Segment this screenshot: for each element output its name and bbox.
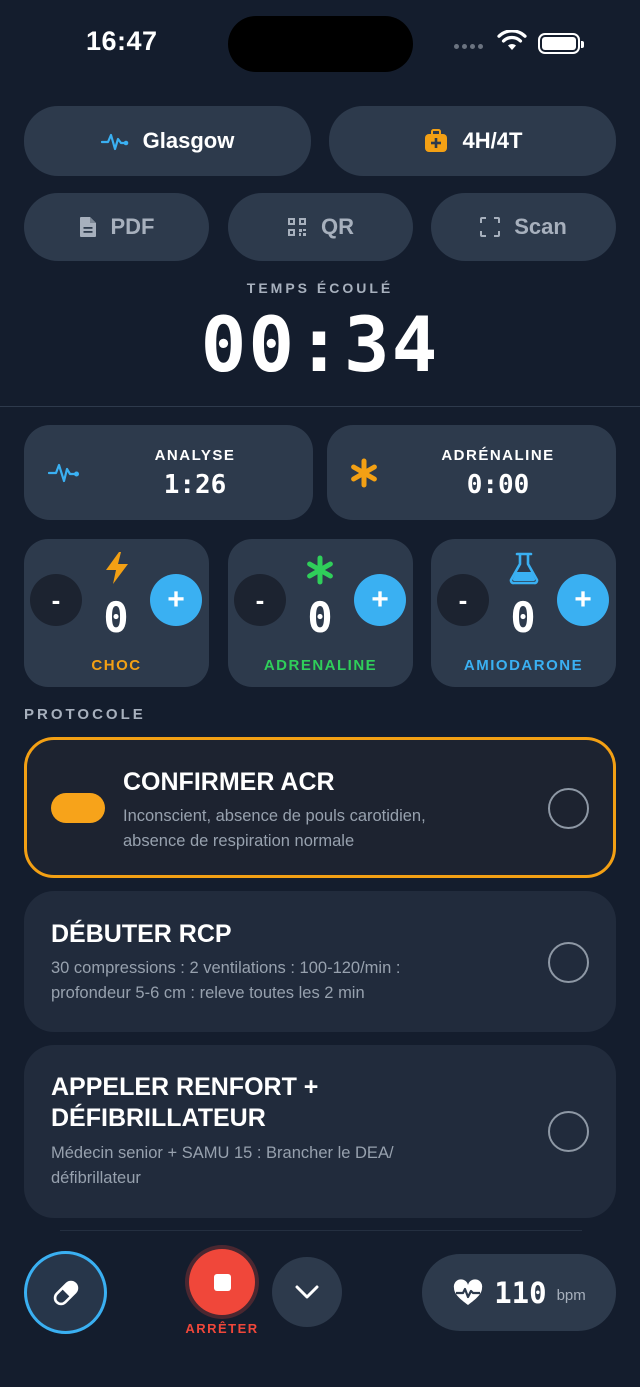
heart-rate-button[interactable]: 110 bpm (422, 1254, 616, 1331)
choc-label: CHOC (91, 657, 142, 674)
glasgow-label: Glasgow (142, 128, 235, 153)
amiodarone-increment-button[interactable]: + (557, 574, 609, 626)
signal-dots-icon (454, 44, 483, 49)
adrenaline-counter-label: ADRENALINE (263, 657, 378, 674)
document-icon (79, 217, 96, 237)
qr-label: QR (321, 214, 354, 239)
choc-decrement-button[interactable]: - (30, 574, 82, 626)
heartbeat-icon (48, 463, 79, 483)
step-description: 30 compressions : 2 ventilations : 100-1… (51, 959, 401, 1002)
amiodarone-label: AMIODARONE (463, 657, 584, 674)
scan-button[interactable]: Scan (431, 193, 616, 261)
analyse-value: 1:26 (163, 470, 227, 500)
glasgow-button[interactable]: Glasgow (24, 106, 311, 176)
medication-button[interactable] (24, 1251, 107, 1334)
scan-frame-icon (480, 217, 501, 237)
asterisk-icon (307, 555, 333, 585)
causes-4h4t-button[interactable]: 4H/4T (329, 106, 616, 176)
step-description: Inconscient, absence de pouls carotidien… (123, 807, 426, 850)
asterisk-icon (351, 458, 377, 488)
lightning-icon (106, 552, 128, 584)
qr-code-icon (288, 218, 306, 236)
elapsed-time-label: TEMPS ÉCOULÉ (246, 280, 394, 296)
divider (0, 406, 640, 407)
chevron-down-icon (295, 1285, 319, 1299)
adrenaline-timer-value: 0:00 (466, 470, 530, 500)
choc-counter-card: - 0 + CHOC (24, 539, 209, 687)
choc-increment-button[interactable]: + (150, 574, 202, 626)
adrenaline-count: 0 (307, 593, 333, 642)
adrenaline-counter-card: - 0 + ADRENALINE (228, 539, 413, 687)
step-checkbox[interactable] (548, 788, 589, 829)
qr-button[interactable]: QR (228, 193, 413, 261)
step-checkbox[interactable] (548, 942, 589, 983)
elapsed-time-value: 00:34 (200, 300, 440, 389)
amiodarone-count: 0 (510, 593, 536, 642)
heart-pulse-icon (454, 1278, 483, 1305)
analyse-label: ANALYSE (154, 447, 236, 464)
heart-rate-unit: bpm (556, 1287, 586, 1304)
protocol-step-debuter-rcp[interactable]: DÉBUTER RCP 30 compressions : 2 ventilat… (24, 891, 616, 1032)
heart-rate-value: 110 (494, 1275, 547, 1310)
dynamic-island (228, 16, 413, 72)
step-title: DÉBUTER RCP (51, 920, 232, 948)
expand-button[interactable] (272, 1257, 342, 1327)
scan-label: Scan (514, 214, 567, 239)
step-description: Médecin senior + SAMU 15 : Brancher le D… (51, 1144, 394, 1187)
divider (60, 1230, 582, 1231)
protocol-step-confirm-acr[interactable]: CONFIRMER ACR Inconscient, absence de po… (24, 737, 616, 878)
stop-button[interactable] (189, 1249, 255, 1315)
pdf-button[interactable]: PDF (24, 193, 209, 261)
adrenaline-timer-card[interactable]: ADRÉNALINE 0:00 (327, 425, 616, 520)
protocol-section-label: PROTOCOLE (24, 706, 146, 723)
analyse-timer-card[interactable]: ANALYSE 1:26 (24, 425, 313, 520)
pill-icon (53, 1280, 78, 1305)
wifi-icon (497, 30, 527, 50)
step-title: CONFIRMER ACR (123, 768, 335, 796)
stop-label: ARRÊTER (185, 1321, 259, 1336)
choc-count: 0 (103, 593, 129, 642)
stop-icon (213, 1273, 231, 1291)
pdf-label: PDF (110, 214, 155, 239)
amiodarone-decrement-button[interactable]: - (437, 574, 489, 626)
heartbeat-icon (100, 133, 128, 151)
status-time: 16:47 (86, 26, 158, 56)
adrenaline-increment-button[interactable]: + (354, 574, 406, 626)
causes-label: 4H/4T (462, 128, 523, 153)
step-title: APPELER RENFORT + DÉFIBRILLATEUR (51, 1073, 319, 1132)
protocol-step-appeler-renfort[interactable]: APPELER RENFORT + DÉFIBRILLATEUR Médecin… (24, 1045, 616, 1218)
adrenaline-timer-label: ADRÉNALINE (441, 447, 555, 464)
step-checkbox[interactable] (548, 1111, 589, 1152)
adrenaline-decrement-button[interactable]: - (234, 574, 286, 626)
flask-icon (509, 552, 539, 585)
medkit-icon (424, 129, 447, 152)
current-step-indicator (51, 793, 105, 823)
amiodarone-counter-card: - 0 + AMIODARONE (431, 539, 616, 687)
battery-icon (538, 33, 584, 54)
